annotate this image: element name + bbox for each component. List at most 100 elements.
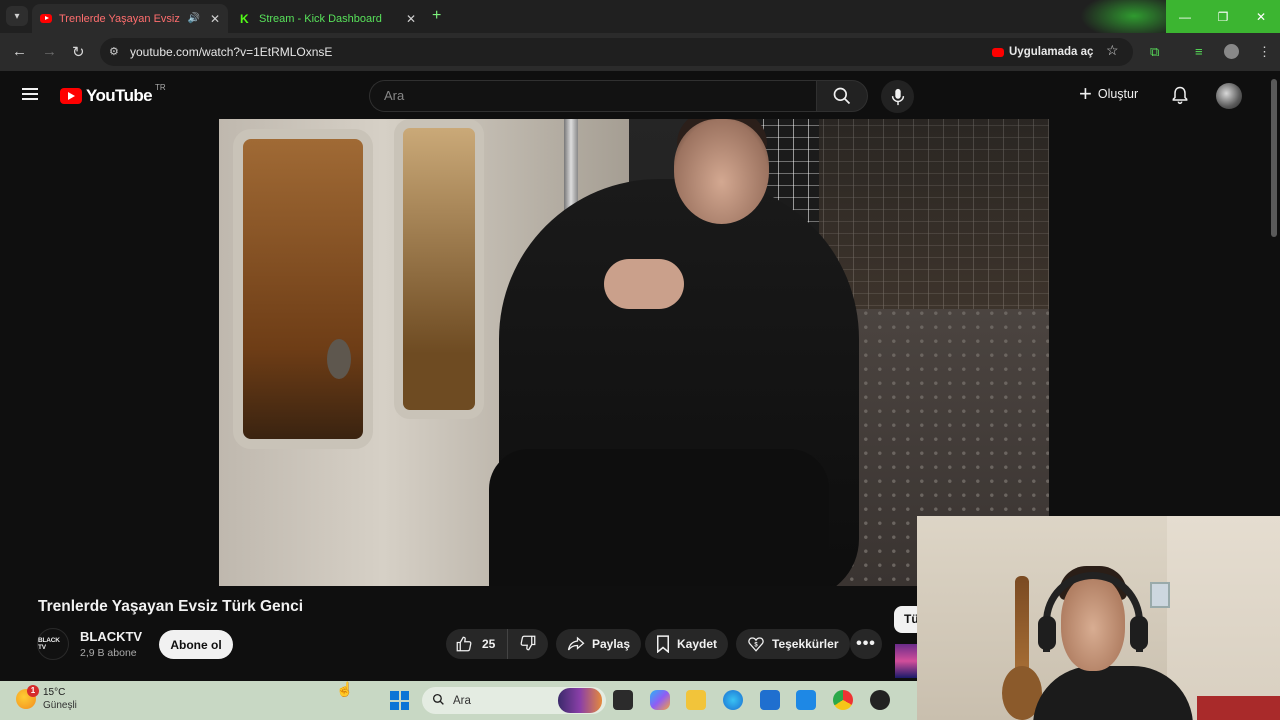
address-bar[interactable]: ⚙ youtube.com/watch?v=1EtRMLOxnsE Uygula… bbox=[100, 38, 1133, 66]
taskbar: 1 15°C Güneşli ☝ Ara bbox=[0, 681, 917, 720]
video-scene-window bbox=[233, 129, 373, 449]
dislike-button[interactable] bbox=[508, 629, 548, 659]
logo-text: YouTube bbox=[86, 86, 153, 105]
youtube-header: YouTube TR + Oluştur bbox=[0, 71, 1268, 119]
share-label: Paylaş bbox=[592, 637, 631, 651]
tab-title: Stream - Kick Dashboard bbox=[259, 12, 382, 25]
extensions-icon[interactable]: ⧉ bbox=[1150, 44, 1159, 60]
video-scene-hand bbox=[604, 259, 684, 309]
youtube-icon bbox=[60, 88, 82, 104]
search-highlight-image[interactable] bbox=[558, 688, 602, 713]
new-tab-button[interactable]: + bbox=[432, 7, 441, 25]
search-box bbox=[369, 80, 816, 112]
media-controls-icon[interactable]: ≡ bbox=[1195, 44, 1203, 59]
more-actions-button[interactable]: ••• bbox=[850, 629, 882, 659]
open-in-app-button[interactable]: Uygulamada aç bbox=[992, 43, 1093, 61]
outlook-icon[interactable] bbox=[796, 690, 816, 710]
headset-earcup bbox=[1038, 616, 1056, 650]
task-view-icon[interactable] bbox=[613, 690, 633, 710]
webcam-overlay bbox=[917, 516, 1280, 720]
tab-kick-dashboard[interactable]: K Stream - Kick Dashboard ✕ bbox=[232, 4, 424, 33]
video-scene-window bbox=[819, 119, 1049, 319]
like-button[interactable]: 25 bbox=[446, 629, 508, 659]
screen: ▾ Trenlerde Yaşayan Evsiz Türk 🔊 ✕ K Str… bbox=[0, 0, 1280, 720]
bookmark-icon bbox=[656, 635, 670, 653]
save-label: Kaydet bbox=[677, 637, 718, 651]
channel-avatar[interactable]: BLACK TV bbox=[37, 628, 69, 660]
share-button[interactable]: Paylaş bbox=[556, 629, 642, 659]
tab-youtube[interactable]: Trenlerde Yaşayan Evsiz Türk 🔊 ✕ bbox=[32, 4, 228, 33]
headset-band bbox=[1043, 572, 1143, 652]
headset-earcup bbox=[1130, 616, 1148, 650]
video-scene-face bbox=[674, 119, 769, 224]
subscribe-button[interactable]: Abone ol bbox=[159, 630, 233, 659]
mouse-cursor-icon: ☝ bbox=[336, 681, 354, 697]
search-icon bbox=[833, 87, 851, 105]
thanks-button[interactable]: $ Teşekkürler bbox=[736, 629, 850, 659]
save-button[interactable]: Kaydet bbox=[645, 629, 729, 659]
file-explorer-icon[interactable] bbox=[686, 690, 706, 710]
start-button[interactable] bbox=[390, 691, 409, 710]
youtube-logo[interactable]: YouTube TR bbox=[60, 83, 166, 106]
tab-search-button[interactable]: ▾ bbox=[6, 6, 28, 26]
store-icon[interactable] bbox=[760, 690, 780, 710]
thanks-label: Teşekkürler bbox=[772, 637, 839, 651]
create-label: Oluştur bbox=[1097, 87, 1139, 101]
subscriber-count: 2,9 B abone bbox=[80, 647, 137, 659]
close-icon[interactable]: ✕ bbox=[210, 12, 220, 26]
weather-badge: 1 bbox=[27, 685, 39, 697]
share-icon bbox=[567, 636, 585, 652]
chrome-icon[interactable] bbox=[833, 690, 853, 710]
video-title: Trenlerde Yaşayan Evsiz Türk Genci bbox=[38, 598, 304, 615]
thumbs-up-icon bbox=[455, 635, 473, 653]
taskbar-search-label: Ara bbox=[453, 694, 471, 707]
app-icon[interactable] bbox=[870, 690, 890, 710]
thumbs-down-icon bbox=[519, 634, 537, 655]
webcam-picture-frame bbox=[1150, 582, 1170, 608]
video-scene-window bbox=[394, 119, 484, 419]
recommended-thumbnail[interactable] bbox=[895, 644, 919, 678]
reload-icon[interactable]: ↻ bbox=[72, 43, 85, 61]
weather-temperature[interactable]: 15°C bbox=[43, 687, 65, 698]
plus-icon: + bbox=[1079, 81, 1092, 106]
browser-toolbar: ← → ↻ ⚙ youtube.com/watch?v=1EtRMLOxnsE … bbox=[0, 33, 1280, 71]
minimize-button[interactable]: — bbox=[1166, 0, 1204, 33]
bookmark-star-icon[interactable]: ☆ bbox=[1106, 42, 1119, 59]
audio-playing-icon[interactable]: 🔊 bbox=[187, 13, 199, 24]
edge-icon[interactable] bbox=[723, 690, 743, 710]
profile-avatar[interactable] bbox=[1224, 44, 1239, 59]
url-text[interactable]: youtube.com/watch?v=1EtRMLOxnsE bbox=[130, 45, 332, 59]
notifications-button[interactable] bbox=[1170, 85, 1190, 110]
microphone-icon bbox=[891, 88, 904, 105]
super-thanks-icon: $ bbox=[747, 635, 765, 653]
search-input[interactable] bbox=[384, 88, 784, 103]
hamburger-menu-icon[interactable] bbox=[22, 88, 38, 100]
like-dislike-group: 25 bbox=[446, 629, 548, 659]
account-avatar[interactable] bbox=[1216, 83, 1242, 109]
site-info-icon[interactable]: ⚙ bbox=[109, 45, 119, 58]
back-icon[interactable]: ← bbox=[12, 43, 27, 60]
scrollbar-thumb[interactable] bbox=[1271, 79, 1277, 237]
maximize-button[interactable]: ❐ bbox=[1204, 0, 1242, 33]
country-code: TR bbox=[155, 83, 166, 92]
copilot-icon[interactable] bbox=[650, 690, 670, 710]
close-window-button[interactable]: ✕ bbox=[1242, 0, 1280, 33]
video-scene-legs bbox=[489, 449, 829, 586]
svg-text:$: $ bbox=[754, 642, 758, 648]
forward-icon[interactable]: → bbox=[42, 43, 57, 60]
like-count: 25 bbox=[482, 637, 496, 651]
channel-name[interactable]: BLACKTV bbox=[80, 629, 142, 644]
close-icon[interactable]: ✕ bbox=[406, 12, 416, 26]
bell-icon bbox=[1172, 86, 1188, 105]
create-button[interactable]: + Oluştur bbox=[1079, 81, 1139, 106]
voice-search-button[interactable] bbox=[881, 80, 914, 113]
weather-condition[interactable]: Güneşli bbox=[43, 700, 77, 711]
search-button[interactable] bbox=[816, 80, 868, 112]
open-in-app-label: Uygulamada aç bbox=[1009, 46, 1094, 58]
browser-tab-bar: ▾ Trenlerde Yaşayan Evsiz Türk 🔊 ✕ K Str… bbox=[0, 0, 1280, 40]
tab-title: Trenlerde Yaşayan Evsiz Türk bbox=[59, 12, 181, 25]
search-icon bbox=[432, 693, 445, 709]
webcam-red-object bbox=[1197, 696, 1280, 720]
webcam-wall bbox=[1167, 516, 1280, 720]
menu-icon[interactable]: ⋮ bbox=[1258, 44, 1271, 60]
